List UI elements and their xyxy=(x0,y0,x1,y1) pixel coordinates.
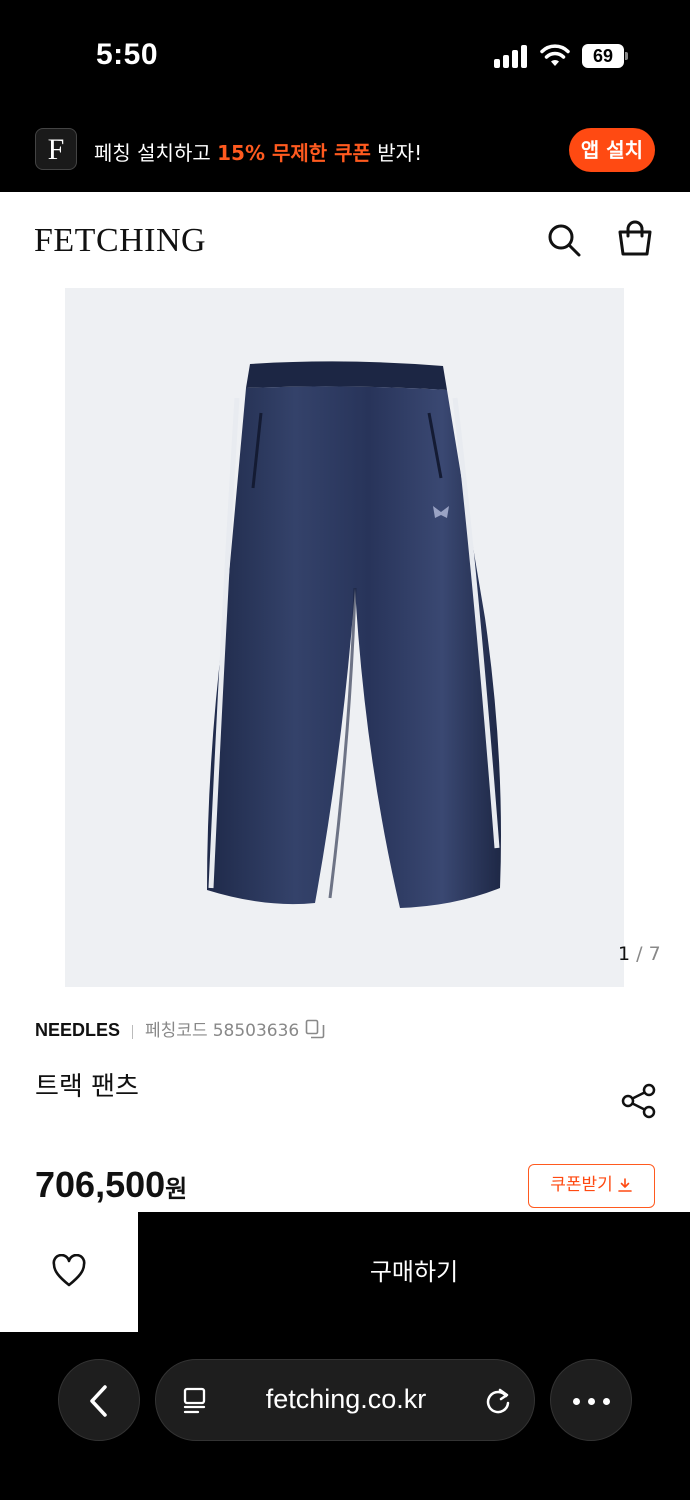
reload-icon[interactable] xyxy=(484,1387,512,1415)
browser-toolbar: fetching.co.kr xyxy=(0,1332,690,1500)
brand-name[interactable]: NEEDLES xyxy=(35,1020,120,1040)
cellular-signal-icon xyxy=(494,44,530,68)
more-icon xyxy=(573,1398,580,1405)
fetching-code-label: 페칭코드 xyxy=(145,1021,208,1041)
copy-icon[interactable] xyxy=(305,1019,325,1039)
back-button[interactable] xyxy=(58,1359,140,1441)
buy-button[interactable]: 구매하기 xyxy=(138,1212,690,1332)
wifi-icon xyxy=(540,44,570,66)
heart-icon xyxy=(52,1254,86,1287)
wishlist-button[interactable] xyxy=(0,1212,138,1332)
image-counter-current: 1 xyxy=(618,943,631,965)
product-name: 트랙 팬츠 xyxy=(35,1072,139,1102)
battery-level: 69 xyxy=(582,44,624,68)
price-currency: 원 xyxy=(165,1175,188,1203)
app-install-banner: F 페칭 설치하고 15% 무제한 쿠폰 받자! 앱 설치 xyxy=(0,110,690,192)
app-install-button[interactable]: 앱 설치 xyxy=(569,128,655,172)
fetching-app-logo: F xyxy=(35,128,77,170)
divider xyxy=(132,1024,134,1039)
track-pants-image xyxy=(207,361,501,908)
coupon-button[interactable]: 쿠폰받기 xyxy=(528,1164,655,1208)
site-logo[interactable]: FETCHING xyxy=(34,222,206,260)
product-meta: NEEDLES 페칭코드 58503636 xyxy=(35,1016,325,1041)
shopping-bag-icon[interactable] xyxy=(616,220,654,258)
banner-text-highlight: 15% 무제한 쿠폰 xyxy=(217,141,371,165)
price-row: 706,500원 xyxy=(35,1164,187,1206)
purchase-action-bar: 구매하기 xyxy=(0,1212,690,1332)
fetching-code-value: 58503636 xyxy=(212,1021,300,1041)
status-time: 5:50 xyxy=(96,38,159,71)
banner-text-before: 페칭 설치하고 xyxy=(94,141,218,165)
banner-text-after: 받자! xyxy=(370,141,423,165)
product-price: 706,500 xyxy=(35,1164,166,1205)
product-page: FETCHING 1 / 7 NEEDLES 페칭코드 58503636 트랙 … xyxy=(0,192,690,1212)
download-icon xyxy=(617,1178,632,1192)
image-counter: 1 / 7 xyxy=(618,943,661,965)
product-image[interactable] xyxy=(65,288,624,987)
chevron-left-icon xyxy=(90,1385,107,1417)
image-counter-total: / 7 xyxy=(636,943,661,965)
search-icon[interactable] xyxy=(546,222,582,258)
more-button[interactable] xyxy=(550,1359,632,1441)
share-icon[interactable] xyxy=(620,1082,658,1120)
status-bar: 5:50 69 xyxy=(0,0,690,110)
coupon-button-label: 쿠폰받기 xyxy=(550,1175,613,1195)
address-bar[interactable]: fetching.co.kr xyxy=(155,1359,535,1441)
banner-text: 페칭 설치하고 15% 무제한 쿠폰 받자! xyxy=(94,137,422,166)
url-text[interactable]: fetching.co.kr xyxy=(156,1384,536,1415)
battery-icon: 69 xyxy=(582,44,628,68)
